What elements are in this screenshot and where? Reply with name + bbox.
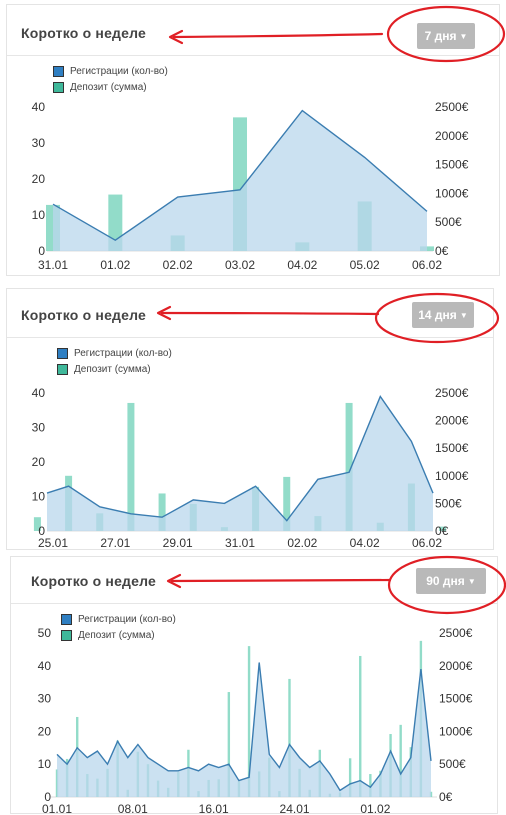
y-right-tick-label: 2000€ [435, 129, 469, 143]
combo-chart: 010203040500€500€1000€1500€2000€2500€01.… [38, 626, 473, 815]
x-tick-label: 29.01 [163, 536, 193, 550]
weekly-summary-panel-90-days: Коротко о неделе 90 дня ▼ Регистрации (к… [10, 556, 498, 815]
y-right-tick-label: 2000€ [435, 414, 469, 428]
x-tick-label: 01.02 [360, 802, 390, 815]
y-right-tick-label: 0€ [435, 244, 449, 258]
y-right-tick-label: 1000€ [435, 469, 469, 483]
y-left-tick-label: 30 [38, 692, 52, 706]
registrations-area [47, 396, 433, 531]
y-left-tick-label: 10 [32, 208, 46, 222]
x-tick-label: 27.01 [100, 536, 130, 550]
y-right-tick-label: 2500€ [435, 386, 469, 400]
x-tick-label: 08.01 [118, 802, 148, 815]
x-tick-label: 06.02 [412, 258, 442, 272]
y-right-tick-label: 500€ [439, 757, 466, 771]
x-tick-label: 03.02 [225, 258, 255, 272]
y-right-tick-label: 1500€ [439, 692, 473, 706]
y-right-tick-label: 500€ [435, 496, 462, 510]
deposit-bar [359, 655, 362, 797]
y-right-tick-label: 2500€ [435, 100, 469, 114]
x-tick-label: 31.01 [38, 258, 68, 272]
x-tick-label: 16.01 [199, 802, 229, 815]
y-left-tick-label: 30 [32, 421, 46, 435]
x-tick-label: 02.02 [287, 536, 317, 550]
weekly-summary-panel-14-days: Коротко о неделе 14 дня ▼ Регистрации (к… [6, 288, 494, 550]
y-left-tick-label: 30 [32, 136, 46, 150]
y-left-tick-label: 20 [38, 724, 52, 738]
x-tick-label: 05.02 [350, 258, 380, 272]
y-right-tick-label: 1500€ [435, 158, 469, 172]
x-tick-label: 01.01 [42, 802, 72, 815]
y-right-tick-label: 1000€ [439, 724, 473, 738]
x-tick-label: 31.01 [225, 536, 255, 550]
x-tick-label: 04.02 [350, 536, 380, 550]
combo-chart: 0102030400€500€1000€1500€2000€2500€25.01… [32, 386, 469, 550]
y-left-tick-label: 40 [32, 386, 46, 400]
y-right-tick-label: 1000€ [435, 186, 469, 200]
y-left-tick-label: 20 [32, 172, 46, 186]
x-tick-label: 24.01 [280, 802, 310, 815]
y-right-tick-label: 0€ [439, 790, 453, 804]
y-right-tick-label: 2500€ [439, 626, 473, 640]
y-left-tick-label: 40 [38, 659, 52, 673]
y-right-tick-label: 1500€ [435, 441, 469, 455]
deposit-bar [127, 402, 135, 531]
y-left-tick-label: 10 [32, 490, 46, 504]
y-right-tick-label: 500€ [435, 215, 462, 229]
y-left-tick-label: 0 [38, 244, 45, 258]
y-left-tick-label: 10 [38, 757, 52, 771]
y-right-tick-label: 2000€ [439, 659, 473, 673]
x-tick-label: 06.02 [412, 536, 442, 550]
x-tick-label: 02.02 [163, 258, 193, 272]
x-tick-label: 01.02 [100, 258, 130, 272]
x-tick-label: 25.01 [38, 536, 68, 550]
y-left-tick-label: 40 [32, 100, 46, 114]
x-tick-label: 04.02 [287, 258, 317, 272]
registrations-area [57, 662, 431, 797]
y-left-tick-label: 20 [32, 455, 46, 469]
weekly-summary-panel-7-days: Коротко о неделе 7 дня ▼ Регистрации (ко… [6, 4, 500, 276]
combo-chart: 0 10 20 30 40 0€ 500€ 1000€ 1500€ 2000€ 2500€ 31.01… [32, 100, 469, 272]
y-left-tick-label: 50 [38, 626, 52, 640]
